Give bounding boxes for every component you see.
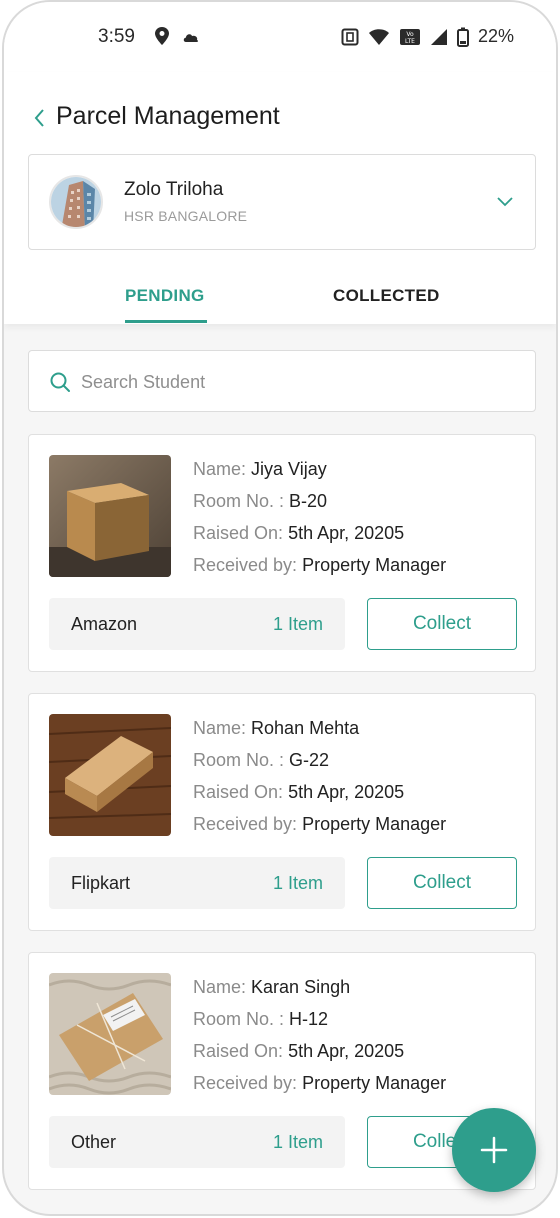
battery-icon [456, 27, 469, 47]
search-icon [50, 372, 70, 392]
collect-button[interactable]: Collect [367, 857, 517, 909]
collect-button[interactable]: Collect [367, 598, 517, 650]
room-row: Room No. : H-12 [193, 1009, 329, 1029]
raised-on-row: Raised On: 5th Apr, 20205 [193, 523, 405, 543]
wifi-icon [368, 28, 389, 45]
search-box[interactable] [28, 350, 536, 412]
tab-collected[interactable]: COLLECTED [333, 286, 440, 306]
source-name: Other [71, 1132, 117, 1152]
status-right-icons: Vo LTE 22% [341, 26, 514, 47]
parcel-image [49, 714, 171, 836]
item-count: 1 Item [272, 614, 323, 634]
location-icon [155, 27, 169, 45]
chevron-down-icon[interactable] [495, 191, 515, 211]
parcel-card: Name: Jiya Vijay Room No. : B-20 Raised … [28, 434, 536, 672]
room-row: Room No. : B-20 [193, 491, 328, 511]
svg-text:LTE: LTE [405, 38, 415, 45]
property-avatar [49, 175, 103, 229]
volte-icon: Vo LTE [399, 28, 420, 45]
parcel-image [49, 973, 171, 1095]
property-location: HSR BANGALORE [124, 208, 248, 224]
student-name: Rohan Mehta [251, 718, 360, 738]
received-by: Property Manager [302, 555, 447, 575]
received-by-row: Received by: Property Manager [193, 814, 447, 834]
parcel-source: Other 1 Item [49, 1116, 345, 1168]
tab-bar: PENDING COLLECTED [4, 268, 556, 324]
parcel-card: Name: Rohan Mehta Room No. : G-22 Raised… [28, 693, 536, 931]
nfc-icon [341, 28, 359, 45]
battery-percent: 22% [477, 26, 514, 46]
raised-on-row: Raised On: 5th Apr, 20205 [193, 1041, 405, 1061]
student-name-row: Name: Karan Singh [193, 977, 351, 997]
received-by: Property Manager [302, 1073, 447, 1093]
received-by: Property Manager [302, 814, 447, 834]
received-by-row: Received by: Property Manager [193, 555, 447, 575]
svg-text:Vo: Vo [406, 31, 414, 38]
status-time: 3:59 [98, 26, 135, 47]
raised-on-date: 5th Apr, 20205 [288, 523, 405, 543]
parcel-image [49, 455, 171, 577]
parcel-source: Flipkart 1 Item [49, 857, 345, 909]
plus-icon [480, 1136, 508, 1164]
room-number: H-12 [289, 1009, 329, 1029]
source-name: Amazon [71, 614, 138, 634]
room-row: Room No. : G-22 [193, 750, 330, 770]
room-number: B-20 [289, 491, 328, 511]
room-number: G-22 [289, 750, 330, 770]
property-name: Zolo Triloha [124, 179, 224, 200]
phone-frame: 3:59 Vo LTE 22% Parcel Management Zolo T… [2, 0, 558, 1216]
student-name-row: Name: Rohan Mehta [193, 718, 360, 738]
header: Parcel Management Zolo Triloha HSR BANGA… [4, 72, 556, 324]
parcel-source: Amazon 1 Item [49, 598, 345, 650]
tab-pending[interactable]: PENDING [125, 286, 205, 306]
cloud-icon [183, 34, 199, 42]
property-selector[interactable]: Zolo Triloha HSR BANGALORE [28, 154, 536, 250]
page-title: Parcel Management [56, 102, 280, 130]
back-arrow-icon[interactable] [28, 104, 52, 132]
status-left-icons [154, 26, 200, 46]
received-by-row: Received by: Property Manager [193, 1073, 447, 1093]
search-input[interactable] [81, 365, 521, 399]
item-count: 1 Item [272, 1132, 323, 1152]
status-bar: 3:59 Vo LTE 22% [4, 2, 556, 72]
source-name: Flipkart [71, 873, 131, 893]
signal-icon [430, 28, 447, 45]
student-name: Jiya Vijay [251, 459, 327, 479]
active-tab-indicator [125, 320, 207, 323]
item-count: 1 Item [272, 873, 323, 893]
raised-on-date: 5th Apr, 20205 [288, 1041, 405, 1061]
student-name: Karan Singh [251, 977, 351, 997]
raised-on-row: Raised On: 5th Apr, 20205 [193, 782, 405, 802]
add-parcel-button[interactable] [452, 1108, 536, 1192]
raised-on-date: 5th Apr, 20205 [288, 782, 405, 802]
student-name-row: Name: Jiya Vijay [193, 459, 327, 479]
